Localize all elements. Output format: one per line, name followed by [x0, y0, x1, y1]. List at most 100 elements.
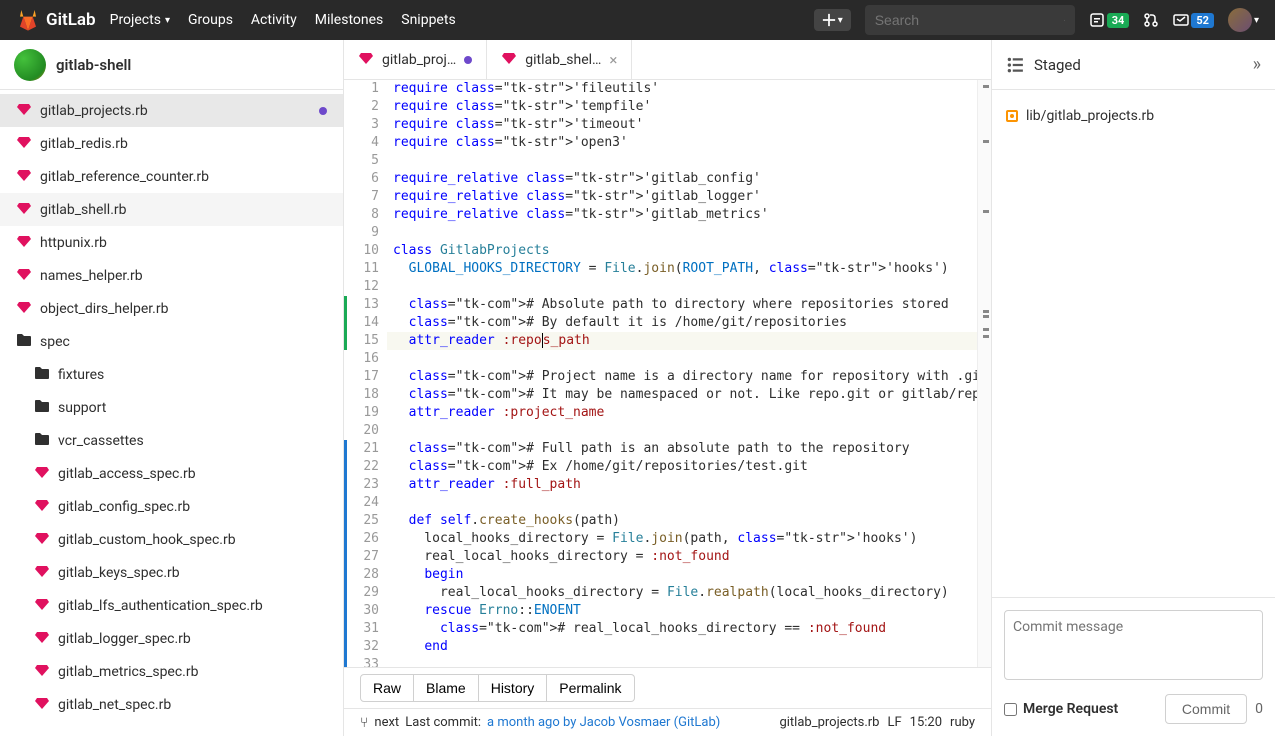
- ruby-icon: [16, 200, 32, 220]
- tree-file-gitlab-custom-hook-spec-rb[interactable]: gitlab_custom_hook_spec.rb: [0, 523, 343, 556]
- ruby-icon: [34, 629, 50, 649]
- staged-icon: [1006, 56, 1024, 74]
- tree-file-names-helper-rb[interactable]: names_helper.rb: [0, 259, 343, 292]
- file-actions: Raw Blame History Permalink: [344, 667, 991, 708]
- merge-request-checkbox-input[interactable]: [1004, 703, 1017, 716]
- todos-badge: 52: [1191, 13, 1214, 28]
- status-encoding[interactable]: LF: [887, 715, 901, 730]
- tree-file-object-dirs-helper-rb[interactable]: object_dirs_helper.rb: [0, 292, 343, 325]
- blame-button[interactable]: Blame: [414, 674, 479, 702]
- tree-item-label: httpunix.rb: [40, 235, 107, 251]
- ruby-icon: [16, 134, 32, 154]
- tree-file-gitlab-projects-rb[interactable]: gitlab_projects.rb: [0, 94, 343, 127]
- tree-file-gitlab-keys-spec-rb[interactable]: gitlab_keys_spec.rb: [0, 556, 343, 589]
- project-avatar: [14, 49, 46, 81]
- nav-milestones[interactable]: Milestones: [315, 12, 384, 28]
- history-button[interactable]: History: [479, 674, 548, 702]
- nav-activity[interactable]: Activity: [251, 12, 297, 28]
- staged-file[interactable]: lib/gitlab_projects.rb: [1006, 108, 1261, 124]
- collapse-icon[interactable]: »: [1253, 54, 1261, 75]
- merge-requests-link[interactable]: [1143, 12, 1159, 28]
- tree-file-gitlab-access-spec-rb[interactable]: gitlab_access_spec.rb: [0, 457, 343, 490]
- tree-folder-spec[interactable]: spec: [0, 325, 343, 358]
- tree-item-label: gitlab_projects.rb: [40, 103, 148, 119]
- ruby-icon: [16, 266, 32, 286]
- search-input[interactable]: [875, 12, 1056, 28]
- code-content[interactable]: require class="tk-str">'fileutils'requir…: [387, 80, 977, 667]
- gitlab-icon: [16, 8, 40, 32]
- issues-icon: [1089, 12, 1105, 28]
- close-icon[interactable]: ×: [609, 51, 617, 69]
- ruby-icon: [34, 530, 50, 550]
- tree-item-label: support: [58, 400, 106, 416]
- brand-text: GitLab: [46, 10, 96, 30]
- search-icon: [1064, 13, 1065, 28]
- todos-link[interactable]: 52: [1173, 12, 1214, 28]
- minimap[interactable]: [977, 80, 991, 667]
- chevron-down-icon: ▾: [1254, 15, 1259, 26]
- issues-badge: 34: [1107, 13, 1130, 28]
- branch-name[interactable]: next: [374, 715, 399, 730]
- tree-file-gitlab-logger-spec-rb[interactable]: gitlab_logger_spec.rb: [0, 622, 343, 655]
- code-editor[interactable]: 1234567891011121314151617181920212223242…: [344, 80, 991, 667]
- tree-item-label: object_dirs_helper.rb: [40, 301, 168, 317]
- chevron-down-icon: ▾: [838, 15, 843, 26]
- new-button[interactable]: ▾: [814, 9, 851, 31]
- tree-file-gitlab-redis-rb[interactable]: gitlab_redis.rb: [0, 127, 343, 160]
- tree-file-gitlab-net-spec-rb[interactable]: gitlab_net_spec.rb: [0, 688, 343, 721]
- nav-groups[interactable]: Groups: [188, 12, 233, 28]
- project-title: gitlab-shell: [56, 56, 131, 74]
- file-tree-sidebar: gitlab-shell gitlab_projects.rb gitlab_re…: [0, 40, 344, 736]
- ruby-icon: [16, 233, 32, 253]
- tree-file-gitlab-shell-rb[interactable]: gitlab_shell.rb: [0, 193, 343, 226]
- tree-file-gitlab-metrics-spec-rb[interactable]: gitlab_metrics_spec.rb: [0, 655, 343, 688]
- tree-file-gitlab-lfs-authentication-spec-rb[interactable]: gitlab_lfs_authentication_spec.rb: [0, 589, 343, 622]
- folder-icon: [34, 432, 50, 450]
- commit-button[interactable]: Commit: [1165, 694, 1247, 724]
- tree-item-label: gitlab_config_spec.rb: [58, 499, 190, 515]
- staged-file-path: lib/gitlab_projects.rb: [1026, 108, 1154, 124]
- file-tree[interactable]: gitlab_projects.rb gitlab_redis.rb gitlab_…: [0, 90, 343, 736]
- line-gutter: 1234567891011121314151617181920212223242…: [347, 80, 387, 667]
- tree-item-label: gitlab_metrics_spec.rb: [58, 664, 198, 680]
- tree-folder-support[interactable]: support: [0, 391, 343, 424]
- tab-label: gitlab_proj…: [382, 52, 456, 68]
- tree-file-gitlab-reference-counter-rb[interactable]: gitlab_reference_counter.rb: [0, 160, 343, 193]
- issues-link[interactable]: 34: [1089, 12, 1130, 28]
- ruby-icon: [16, 167, 32, 187]
- search-box[interactable]: [865, 5, 1075, 35]
- ruby-icon: [34, 662, 50, 682]
- main-nav: Projects ▾ Groups Activity Milestones Sn…: [110, 12, 456, 28]
- commit-message-input[interactable]: [1004, 610, 1263, 680]
- status-position[interactable]: 15:20: [910, 715, 942, 730]
- status-language[interactable]: ruby: [950, 715, 975, 730]
- tree-item-label: gitlab_redis.rb: [40, 136, 128, 152]
- staged-file-list: lib/gitlab_projects.rb: [992, 90, 1275, 597]
- modified-dot-icon: [319, 107, 327, 115]
- raw-button[interactable]: Raw: [360, 674, 414, 702]
- avatar: [1228, 8, 1252, 32]
- last-commit-link[interactable]: a month ago by Jacob Vosmaer (GitLab): [487, 715, 720, 730]
- tree-item-label: gitlab_lfs_authentication_spec.rb: [58, 598, 263, 614]
- permalink-button[interactable]: Permalink: [547, 674, 634, 702]
- commit-prefix: Last commit:: [405, 715, 481, 730]
- folder-icon: [34, 399, 50, 417]
- tree-folder-fixtures[interactable]: fixtures: [0, 358, 343, 391]
- tree-file-gitlab-config-spec-rb[interactable]: gitlab_config_spec.rb: [0, 490, 343, 523]
- modified-icon: [1006, 110, 1018, 122]
- todos-icon: [1173, 12, 1189, 28]
- project-header[interactable]: gitlab-shell: [0, 40, 343, 90]
- ruby-icon: [16, 299, 32, 319]
- editor-tab-0[interactable]: gitlab_proj…: [344, 40, 487, 79]
- nav-snippets[interactable]: Snippets: [401, 12, 455, 28]
- nav-projects[interactable]: Projects ▾: [110, 12, 170, 28]
- editor-tab-1[interactable]: gitlab_shel…×: [487, 40, 632, 79]
- gitlab-logo[interactable]: GitLab: [16, 8, 96, 32]
- merge-request-checkbox[interactable]: Merge Request: [1004, 701, 1118, 717]
- user-menu[interactable]: ▾: [1228, 8, 1259, 32]
- commit-area: Merge Request Commit 0: [992, 597, 1275, 736]
- tree-folder-vcr-cassettes[interactable]: vcr_cassettes: [0, 424, 343, 457]
- commit-count: 0: [1255, 701, 1263, 717]
- main-area: gitlab-shell gitlab_projects.rb gitlab_re…: [0, 40, 1275, 736]
- tree-file-httpunix-rb[interactable]: httpunix.rb: [0, 226, 343, 259]
